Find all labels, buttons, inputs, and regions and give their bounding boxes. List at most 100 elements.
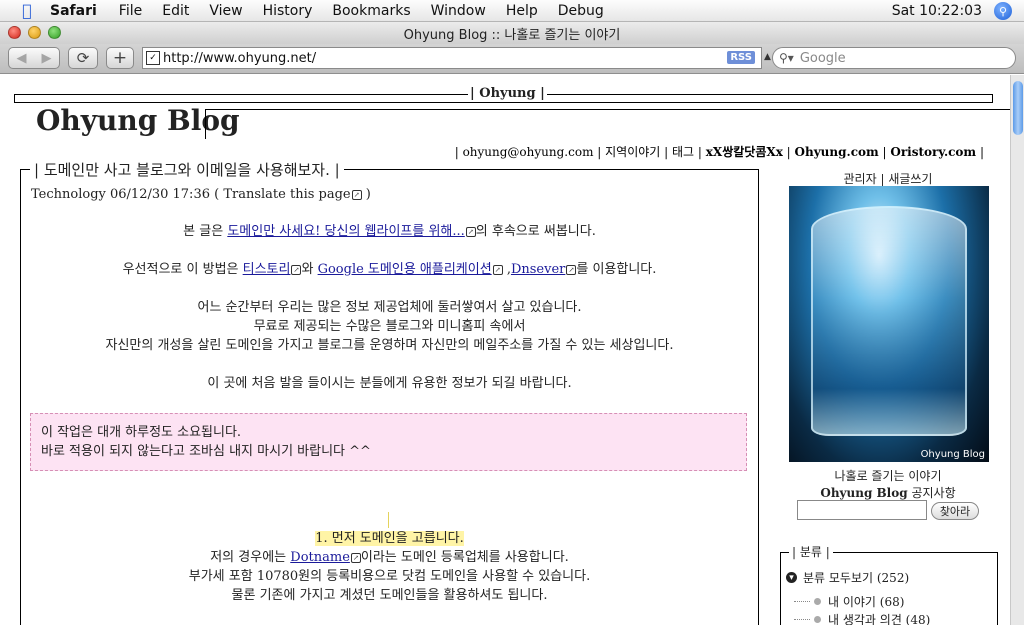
external-link-icon: ↗ [465, 226, 476, 237]
category-bullet-icon [814, 616, 821, 623]
p3-line-2: 무료로 제공되는 수많은 블로그와 미니홈피 속에서 [253, 319, 526, 334]
blog-profile-image: Ohyung Blog [789, 186, 989, 462]
external-link-icon: ↗ [351, 189, 362, 200]
category-root-label[interactable]: 분류 모두보기 (252) [803, 569, 909, 586]
admin-link[interactable]: 관리자 [844, 172, 877, 186]
blog-search-input[interactable] [797, 500, 927, 520]
post-paragraph-3: 어느 순간부터 우리는 많은 정보 제공업체에 둘러쌓여서 살고 있습니다. 무… [20, 298, 759, 355]
nav-email[interactable]: ohyung@ohyung.com [463, 145, 594, 159]
tree-line [794, 601, 810, 602]
notice-line-2: 바로 적용이 되지 않는다고 조바심 내지 마시기 바랍니다 ^^ [41, 444, 371, 459]
reload-icon[interactable]: ⟳ [68, 47, 98, 69]
notice-line-1: 이 작업은 대개 하루정도 소요됩니다. [41, 425, 242, 440]
p1-text: 본 글은 [183, 224, 224, 239]
nav-local-stories[interactable]: 지역이야기 [605, 145, 660, 159]
minimize-window-button[interactable] [28, 26, 41, 39]
photo-caption: Ohyung Blog [920, 449, 985, 460]
s1-line-2: 부가세 포함 10780원의 등록비용으로 닷컴 도메인을 사용할 수 있습니다… [188, 569, 591, 584]
link-google-apps[interactable]: Google 도메인용 애플리케이션 [318, 262, 492, 277]
post-category[interactable]: Technology [31, 187, 106, 202]
p3-line-3: 자신만의 개성을 살린 도메인을 가지고 블로그를 운영하며 자신만의 메일주소… [105, 338, 674, 353]
menu-bar:  Safari File Edit View History Bookmark… [0, 0, 1024, 22]
post-date: 06/12/30 17:36 [110, 187, 210, 202]
zoom-window-button[interactable] [48, 26, 61, 39]
menu-bookmarks[interactable]: Bookmarks [332, 3, 410, 19]
add-bookmark-icon[interactable]: + [106, 47, 134, 69]
nav-ohyung-com[interactable]: Ohyung.com [795, 145, 879, 159]
category-root[interactable]: ▾ 분류 모두보기 (252) [786, 569, 909, 586]
category-title: | 분류 | [789, 543, 833, 560]
window-title: Ohyung Blog :: 나홀로 즐기는 이야기 [403, 27, 621, 43]
notice-label: 공지사항 [911, 486, 956, 500]
notice-blog-name: Ohyung Blog [820, 486, 908, 500]
menu-history[interactable]: History [263, 3, 313, 19]
s1-line-3: 물론 기존에 가지고 계셨던 도메인들을 활용하셔도 됩니다. [231, 588, 548, 603]
glass-illustration [811, 206, 967, 436]
search-magnifier-icon[interactable]: ⚲▾ [779, 51, 794, 65]
notice-link[interactable]: Ohyung Blog 공지사항 [780, 484, 996, 501]
p2-text: 우선적으로 이 방법은 [122, 262, 239, 277]
scrollbar-thumb[interactable] [1013, 81, 1023, 135]
blog-tagline: 나홀로 즐기는 이야기 [834, 469, 942, 483]
category-bullet-icon [814, 598, 821, 605]
nav-ssangkal[interactable]: xX쌍칼닷콤Xx [706, 145, 783, 159]
address-dropdown-icon[interactable]: ▲ [764, 52, 771, 62]
p1-text-after: 의 후속으로 써봅니다. [475, 224, 596, 239]
tree-line [794, 619, 810, 620]
vertical-scrollbar[interactable] [1010, 75, 1024, 625]
menu-help[interactable]: Help [506, 3, 538, 19]
post-title[interactable]: | 도메인만 사고 블로그와 이메일을 사용해보자. | [30, 159, 344, 180]
step-1-section: 1. 먼저 도메인을 고릅니다. 저의 경우에는 Dotname ↗ 이라는 도메인… [20, 529, 759, 605]
browser-toolbar: ◀ ▶ ⟳ + ✓ http://www.ohyung.net/ RSS ▲ ⚲… [0, 44, 1024, 74]
spotlight-search-icon[interactable]: ⚲ [994, 2, 1012, 20]
highlight-marker [388, 512, 389, 528]
close-window-button[interactable] [8, 26, 21, 39]
window-titlebar: Ohyung Blog :: 나홀로 즐기는 이야기 [0, 22, 1024, 44]
post-paragraph-4: 이 곳에 처음 발을 들이시는 분들에게 유용한 정보가 되길 바랍니다. [207, 376, 572, 391]
back-forward-buttons: ◀ ▶ [8, 47, 60, 69]
s1-text-after: 이라는 도메인 등록업체를 사용합니다. [360, 550, 569, 565]
web-page: | Ohyung | Ohyung Blog | ohyung@ohyung.c… [0, 75, 1010, 625]
menu-view[interactable]: View [209, 3, 242, 19]
menu-debug[interactable]: Debug [558, 3, 604, 19]
translate-link[interactable]: ( Translate this page [214, 187, 351, 202]
divider-line-vertical [205, 109, 206, 139]
nav-oristory-com[interactable]: Oristory.com [890, 145, 976, 159]
step-1-heading: 1. 먼저 도메인을 고릅니다. [315, 531, 464, 546]
link-previous-post[interactable]: 도메인만 사세요! 당신의 웹라이프를 위해... [227, 224, 464, 239]
address-bar[interactable]: ✓ http://www.ohyung.net/ RSS [142, 47, 762, 69]
rss-button[interactable]: RSS [727, 51, 755, 64]
p2-text-after: 를 이용합니다. [576, 262, 657, 277]
menubar-clock[interactable]: Sat 10:22:03 [892, 3, 982, 19]
notice-box: 이 작업은 대개 하루정도 소요됩니다. 바로 적용이 되지 않는다고 조바심 … [30, 413, 747, 471]
category-expand-icon[interactable]: ▾ [786, 572, 797, 583]
category-item[interactable]: 내 생각과 의견 (48) [794, 611, 930, 625]
top-nav: | ohyung@ohyung.com | 지역이야기 | 태그 | xX쌍칼닷… [454, 145, 984, 159]
p2-mid: 와 [301, 262, 314, 277]
s1-text: 저의 경우에는 [210, 550, 287, 565]
post-meta: Technology 06/12/30 17:36 ( Translate th… [31, 187, 371, 202]
new-post-link[interactable]: 새글쓰기 [888, 172, 932, 186]
post-paragraph-1: 본 글은 도메인만 사세요! 당신의 웹라이프를 위해... ↗ 의 후속으로 써봅… [20, 222, 759, 241]
link-dnsever[interactable]: Dnsever [511, 262, 565, 277]
menu-app[interactable]: Safari [50, 3, 97, 19]
forward-arrow-icon[interactable]: ▶ [34, 51, 59, 66]
category-item[interactable]: 내 이야기 (68) [794, 593, 904, 610]
category-label[interactable]: 내 생각과 의견 (48) [828, 611, 930, 625]
menu-file[interactable]: File [119, 3, 142, 19]
post-paragraph-2: 우선적으로 이 방법은 티스토리 ↗ 와 Google 도메인용 애플리케이션 ↗ ,… [20, 260, 759, 279]
link-dotname[interactable]: Dotname [290, 550, 350, 565]
external-link-icon: ↗ [566, 264, 577, 275]
menu-window[interactable]: Window [431, 3, 486, 19]
google-search-field[interactable]: ⚲▾ Google [772, 47, 1016, 69]
menu-edit[interactable]: Edit [162, 3, 189, 19]
category-label[interactable]: 내 이야기 (68) [828, 593, 904, 610]
site-id[interactable]: | Ohyung | [468, 86, 547, 101]
blog-search-button[interactable]: 찾아라 [931, 502, 979, 520]
nav-tags[interactable]: 태그 [672, 145, 694, 159]
link-tistory[interactable]: 티스토리 [243, 262, 291, 277]
back-arrow-icon[interactable]: ◀ [9, 51, 34, 66]
external-link-icon: ↗ [291, 264, 302, 275]
apple-menu-icon[interactable]:  [18, 1, 36, 20]
address-url[interactable]: http://www.ohyung.net/ [163, 51, 316, 66]
